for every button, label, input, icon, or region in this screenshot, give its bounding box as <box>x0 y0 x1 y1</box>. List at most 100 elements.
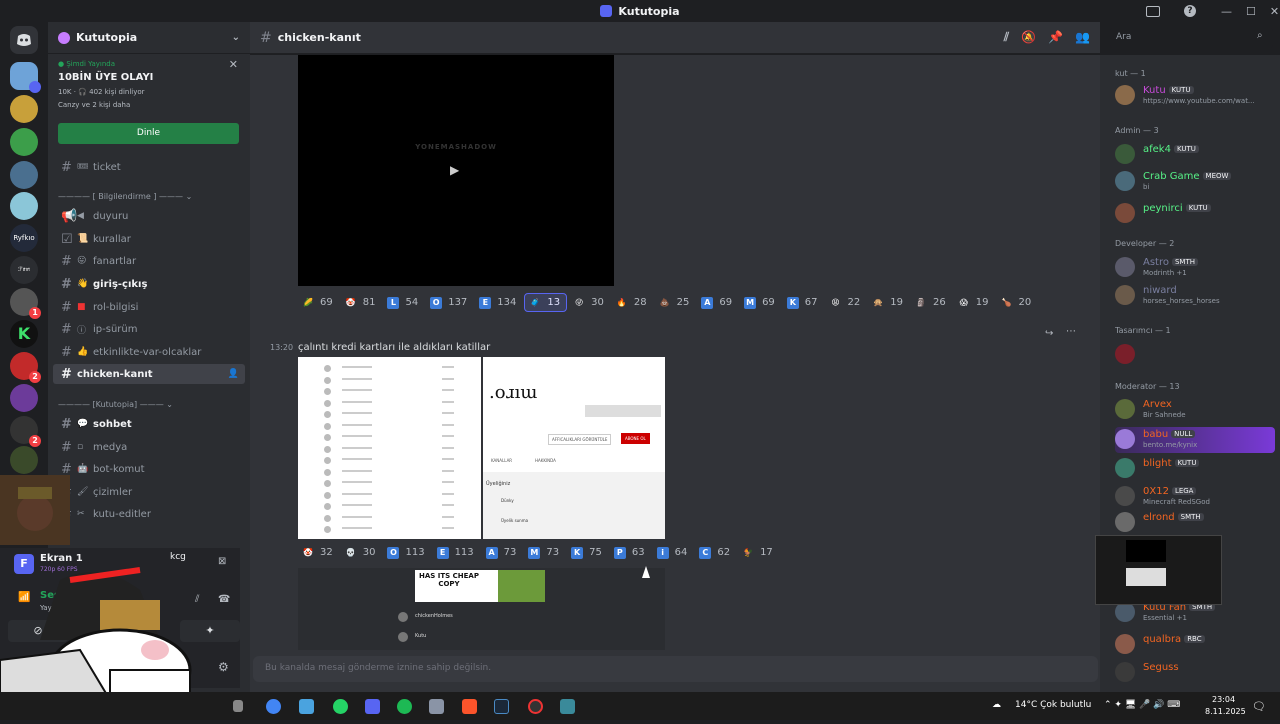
reaction-chip[interactable]: 😱 19 <box>954 293 995 312</box>
reaction-chip[interactable]: E 134 <box>475 293 522 312</box>
maximize-icon[interactable]: ☐ <box>1246 5 1256 18</box>
member-item[interactable]: Astro SMTH Modrinth +1 <box>1115 255 1275 281</box>
reaction-chip[interactable]: A 73 <box>482 543 523 562</box>
close-icon[interactable]: ✕ <box>1270 5 1279 18</box>
reaction-chip[interactable]: 🐓 17 <box>738 543 779 562</box>
reaction-chip[interactable]: P 63 <box>610 543 651 562</box>
reaction-chip[interactable]: 🤡 81 <box>341 293 382 312</box>
member-item[interactable]: blight KUTU <box>1115 456 1275 482</box>
channel-bot-komut[interactable]: # 🤖 bot-komut <box>53 459 245 479</box>
guild-icon[interactable]: 1 <box>10 288 41 319</box>
reaction-chip[interactable]: K 75 <box>567 543 608 562</box>
reaction-chip[interactable]: O 113 <box>383 543 430 562</box>
channel-chicken-kanit[interactable]: # chicken-kanıt 👤 <box>53 364 245 384</box>
channel-ip-surum[interactable]: # ⓘ ip-sürüm <box>53 319 245 339</box>
help-icon[interactable]: ? <box>1184 5 1196 17</box>
member-item[interactable]: qualbra RBC <box>1115 632 1275 658</box>
guild-icon[interactable] <box>10 95 38 123</box>
guild-icon[interactable]: K <box>10 320 38 348</box>
attachment-image-2[interactable]: .oɹıɯ AFFICALIKLARI GÖRÜNTÜLE ABONE OL K… <box>483 357 665 539</box>
spotify-icon[interactable] <box>397 699 412 714</box>
reaction-chip[interactable]: E 113 <box>433 543 480 562</box>
discord-taskbar-icon[interactable] <box>365 699 380 714</box>
reaction-chip[interactable]: i 64 <box>653 543 694 562</box>
threads-icon[interactable]: ⫽ <box>1004 30 1009 45</box>
play-icon[interactable]: ▶ <box>450 163 459 177</box>
member-item[interactable]: Arvex Bir Sahnede <box>1115 397 1275 423</box>
channel-medya[interactable]: # ▫ medya <box>53 437 245 457</box>
members-icon[interactable]: 👥 <box>1075 30 1090 45</box>
reaction-chip[interactable]: C 62 <box>695 543 736 562</box>
member-item[interactable]: elrond SMTH <box>1115 510 1275 536</box>
listen-button[interactable]: Dinle <box>58 123 239 144</box>
reaction-chip[interactable]: M 73 <box>524 543 565 562</box>
stream-preview-thumbnail[interactable] <box>1095 535 1222 605</box>
server-header[interactable]: Kututopia ⌄ <box>48 22 250 54</box>
reaction-chip[interactable]: 🗿 26 <box>911 293 952 312</box>
guild-icon[interactable] <box>10 128 38 156</box>
guild-icon[interactable] <box>10 446 38 474</box>
guild-icon[interactable]: Ryfkıo <box>10 224 38 252</box>
member-item[interactable]: Crab Game MEOW bi <box>1115 169 1275 195</box>
channel-sohbet[interactable]: # 💬 sohbet <box>53 414 245 434</box>
reaction-chip[interactable]: 💀 30 <box>341 543 382 562</box>
video-embed[interactable]: YONEMASHADOW ▶ <box>298 55 614 286</box>
guild-icon[interactable] <box>10 62 41 93</box>
member-item[interactable]: Seguss <box>1115 660 1275 686</box>
whatsapp-icon[interactable] <box>333 699 348 714</box>
member-item[interactable]: afek4 KUTU <box>1115 142 1275 168</box>
channel-giris-cikis[interactable]: # 👋 giriş-çıkış <box>53 274 245 294</box>
category-bilgilendirme[interactable]: ———— [ Bilgilendirme ] ——— ⌄ <box>58 192 192 201</box>
reaction-chip[interactable]: 😫 22 <box>826 293 867 312</box>
store-icon[interactable] <box>299 699 314 714</box>
attachment-image-3[interactable]: HAS ITS CHEAP COPY chickenHolmes Kutu <box>298 568 665 650</box>
guild-icon[interactable]: 2 <box>10 352 41 383</box>
reaction-chip[interactable]: L 54 <box>383 293 424 312</box>
clock-date[interactable]: 8.11.2025 <box>1205 707 1246 716</box>
reaction-chip[interactable]: 🙊 19 <box>868 293 909 312</box>
member-item[interactable]: Kutu KUTU https://www.youtube.com/wat... <box>1115 83 1275 109</box>
channel-kutu-editler[interactable]: #✂kutu-editler <box>53 504 245 524</box>
reaction-chip[interactable]: 🤡 32 <box>298 543 339 562</box>
channel-kurallar[interactable]: ☑ 📜 kurallar <box>53 229 245 249</box>
channel-duyuru[interactable]: 📢 ◀ duyuru <box>53 206 245 226</box>
task-view-icon[interactable] <box>233 700 243 712</box>
channel-cizimler[interactable]: #🖌çizimler <box>53 482 245 502</box>
screen-share-icon[interactable] <box>1146 5 1160 17</box>
reaction-chip[interactable]: 🌽 69 <box>298 293 339 312</box>
reaction-chip[interactable]: O 137 <box>426 293 473 312</box>
member-item[interactable]: babu NULL bento.me/kynix <box>1115 427 1275 453</box>
channel-rol-bilgisi[interactable]: # ■ rol-bilgisi <box>53 297 245 317</box>
reaction-chip[interactable]: K 67 <box>783 293 824 312</box>
channel-ticket[interactable]: # 🎟 ticket <box>53 157 245 177</box>
guild-icon[interactable]: 2 <box>10 416 41 447</box>
explorer-icon[interactable] <box>429 699 444 714</box>
reaction-chip[interactable]: A 69 <box>697 293 738 312</box>
search-input[interactable]: Ara <box>1110 28 1273 48</box>
guild-icon[interactable] <box>10 192 38 220</box>
steam-icon[interactable] <box>494 699 509 714</box>
member-item[interactable] <box>1115 342 1275 368</box>
attachment-image-1[interactable] <box>298 357 481 539</box>
reaction-chip[interactable]: 😜 30 <box>569 293 610 312</box>
minimize-icon[interactable]: — <box>1221 5 1232 18</box>
member-item[interactable]: niward horses_horses_horses <box>1115 283 1275 309</box>
add-member-icon[interactable]: 👤 <box>228 369 239 379</box>
chrome-icon[interactable] <box>266 699 281 714</box>
guild-icon[interactable]: ℱ𝔞𝔪 <box>10 256 38 284</box>
reaction-chip[interactable]: 🔥 28 <box>612 293 653 312</box>
pin-icon[interactable]: 📌 <box>1048 30 1063 45</box>
category-kututopia[interactable]: ———— [Kututopia] ——— ⌄ <box>58 400 173 409</box>
weather-text[interactable]: 14°C Çok bulutlu <box>1015 700 1091 710</box>
tray-icons[interactable]: ⌃ ✦ 🖥 🎤 🔊 ⌨ <box>1104 700 1180 710</box>
obs-icon[interactable] <box>528 699 543 714</box>
guild-icon[interactable] <box>10 384 38 412</box>
reaction-chip[interactable]: 🍗 20 <box>996 293 1037 312</box>
close-icon[interactable]: ✕ <box>229 58 238 71</box>
member-item[interactable]: 0X12 LEGA Minecraft RedSGod <box>1115 484 1275 510</box>
brave-icon[interactable] <box>462 699 477 714</box>
more-options-icon[interactable]: ⋯ <box>1066 326 1076 337</box>
channel-etkinlikte[interactable]: # 👍 etkinlikte-var-olcaklar <box>53 342 245 362</box>
discord-home-icon[interactable] <box>10 26 38 54</box>
reaction-chip[interactable]: M 69 <box>740 293 781 312</box>
